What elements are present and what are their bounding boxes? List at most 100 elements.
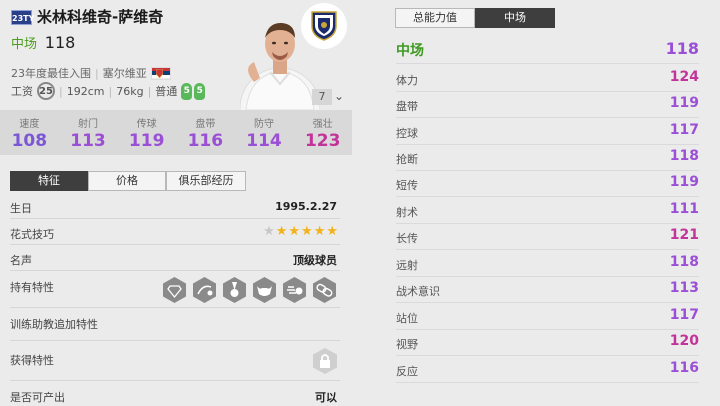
star-icon: ★	[275, 224, 288, 239]
tradable-value: 可以	[315, 391, 337, 404]
stat-value: 116	[187, 131, 224, 151]
stat-speed: 速度 108	[0, 110, 59, 155]
program-label: 23年度最佳入围	[11, 67, 91, 80]
pass-trait-icon[interactable]	[191, 276, 218, 304]
attribute-tabs: 总能力值 中场	[395, 8, 555, 28]
skill-moves-label: 花式技巧	[10, 228, 54, 241]
stat-defending: 防守 114	[235, 110, 294, 155]
attribute-label: 盘带	[396, 100, 418, 113]
attribute-value: 119	[669, 95, 699, 111]
attribute-row: 长传 121	[396, 224, 699, 250]
attribute-label: 中场	[396, 43, 424, 59]
attribute-label: 体力	[396, 74, 418, 87]
attribute-label: 远射	[396, 259, 418, 272]
height-value: 192cm	[66, 84, 105, 98]
attribute-row: 远射 118	[396, 251, 699, 277]
attribute-label: 控球	[396, 127, 418, 140]
tab-traits[interactable]: 特征	[10, 171, 88, 191]
position-label: 中场	[11, 37, 38, 52]
attribute-label: 战术意识	[396, 285, 440, 298]
star-icon: ★	[301, 224, 313, 239]
attribute-row: 战术意识 113	[396, 277, 699, 303]
attribute-row: 射术 111	[396, 198, 699, 224]
attribute-value: 119	[669, 174, 699, 190]
attribute-label: 长传	[396, 232, 418, 245]
player-header: 23TY 米林科维奇-萨维奇 中场 118 23年度最佳入围 | 塞尔维亚 工资…	[0, 0, 352, 110]
divider	[10, 340, 340, 341]
divider	[10, 244, 340, 245]
wage-value: 25	[37, 82, 55, 100]
divider	[10, 270, 340, 271]
trait-icons	[161, 276, 338, 304]
divider	[10, 380, 340, 381]
stat-value: 123	[304, 131, 341, 151]
serbia-flag-icon	[150, 66, 171, 80]
attribute-row: 体力 124	[396, 66, 699, 92]
divider	[10, 218, 340, 219]
player-card: 23TY 米林科维奇-萨维奇 中场 118 23年度最佳入围 | 塞尔维亚 工资…	[0, 0, 352, 406]
attribute-row: 盘带 119	[396, 92, 699, 118]
attribute-value: 111	[669, 201, 699, 217]
bull-trait-icon[interactable]	[251, 276, 278, 304]
coach-traits-label: 训练助教追加特性	[10, 318, 98, 331]
stat-label: 射门	[78, 119, 98, 130]
attribute-label: 站位	[396, 312, 418, 325]
acquired-traits-label: 获得特性	[10, 354, 54, 367]
medal-trait-icon[interactable]	[221, 276, 248, 304]
stat-label: 速度	[19, 119, 40, 130]
speed-trait-icon[interactable]	[281, 276, 308, 304]
attribute-panel: 总能力值 中场 中场 118 体力 124 盘带 119 控球 117 抢断 118 短传 119 射术…	[388, 0, 720, 406]
attribute-row: 反应 116	[396, 357, 699, 383]
skill-stars: ★ ★ ★ ★ ★ ★	[263, 224, 338, 239]
diamond-trait-icon[interactable]	[161, 276, 188, 304]
nationality-label: 塞尔维亚	[102, 67, 147, 80]
tab-price[interactable]: 价格	[88, 171, 166, 191]
overall-rating: 118	[44, 33, 76, 52]
summary-stats: 速度 108 射门 113 传球 119 盘带 116 防守 114 强壮 12…	[0, 110, 352, 155]
birthday-value: 1995.2.27	[275, 200, 337, 213]
attribute-value: 118	[665, 39, 699, 58]
tab-club-history[interactable]: 俱乐部经历	[166, 171, 246, 191]
stat-label: 防守	[254, 119, 275, 130]
attribute-value: 117	[669, 122, 699, 138]
stat-label: 传球	[136, 119, 157, 130]
star-icon: ★	[263, 224, 275, 239]
attribute-label: 短传	[396, 179, 418, 192]
season-badge: 23TY	[11, 10, 34, 25]
star-icon: ★	[288, 224, 301, 239]
attribute-row: 控球 117	[396, 119, 699, 145]
detail-tabs: 特征 价格 俱乐部经历	[10, 171, 246, 191]
chevron-down-icon[interactable]: ⌄	[334, 89, 344, 103]
lock-icon	[313, 348, 337, 374]
attribute-row: 站位 117	[396, 304, 699, 330]
attribute-value: 121	[669, 227, 699, 243]
stat-shooting: 射门 113	[59, 110, 118, 155]
attribute-value: 113	[669, 280, 699, 296]
attribute-row: 视野 120	[396, 330, 699, 356]
player-name: 米林科维奇-萨维奇	[37, 8, 164, 26]
wage-label: 工资	[11, 85, 33, 98]
player-meta-line: 23年度最佳入围 | 塞尔维亚	[11, 65, 171, 81]
chain-trait-icon[interactable]	[311, 276, 338, 304]
attribute-value: 116	[669, 360, 699, 376]
attribute-value: 118	[669, 148, 699, 164]
level-selector[interactable]: 7	[312, 89, 332, 105]
attribute-value: 124	[669, 69, 699, 85]
attribute-label: 射术	[396, 206, 418, 219]
position-overall: 中场 118	[11, 33, 75, 52]
tab-overall[interactable]: 总能力值	[395, 8, 475, 28]
reputation-label: 名声	[10, 254, 32, 267]
attribute-value: 120	[669, 333, 699, 349]
attribute-value: 117	[669, 307, 699, 323]
tab-midfield[interactable]: 中场	[475, 8, 555, 28]
stat-label: 强壮	[312, 119, 333, 130]
reputation-value: 顶级球员	[293, 254, 337, 267]
player-physical-line: 工资 25 | 192cm | 76kg | 普通 5 5	[11, 82, 206, 100]
star-icon: ★	[313, 224, 326, 239]
stat-label: 盘带	[195, 119, 216, 130]
stat-passing: 传球 119	[117, 110, 176, 155]
stat-dribbling: 盘带 116	[176, 110, 235, 155]
attribute-label: 抢断	[396, 153, 418, 166]
attribute-value: 118	[669, 254, 699, 270]
attribute-label: 反应	[396, 365, 418, 378]
